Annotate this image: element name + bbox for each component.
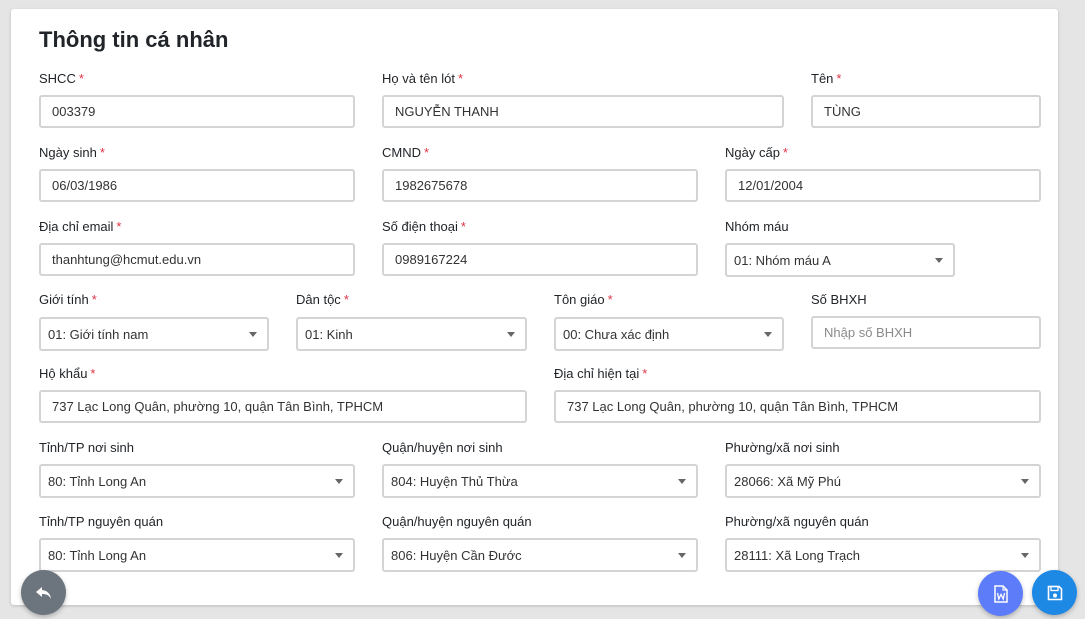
tinh-noi-sinh-value: 80: Tỉnh Long An [48,473,147,489]
floppy-disk-icon [1047,585,1062,600]
ten-label: Tên * [811,71,842,86]
email-input[interactable] [39,243,355,276]
chevron-down-icon [335,478,343,484]
quan-nguyen-quan-label: Quận/huyện nguyên quán [382,514,532,529]
chevron-down-icon [249,331,257,337]
ten-input[interactable] [811,95,1041,128]
tinh-nguyen-quan-select[interactable]: 80: Tỉnh Long An [39,538,355,572]
chevron-down-icon [507,331,515,337]
ngay-cap-input[interactable] [725,169,1041,202]
ho-ten-lot-label: Họ và tên lót * [382,71,464,86]
chevron-down-icon [1021,552,1029,558]
cmnd-label: CMND * [382,145,430,160]
gioi-tinh-select[interactable]: 01: Giới tính nam [39,317,269,351]
chevron-down-icon [678,552,686,558]
export-word-button[interactable] [978,571,1023,616]
email-label: Địa chỉ email * [39,219,122,234]
gioi-tinh-label: Giới tính * [39,292,97,307]
tinh-nguyen-quan-value: 80: Tỉnh Long An [48,547,147,563]
so-bhxh-input[interactable] [811,316,1041,349]
sdt-input[interactable] [382,243,698,276]
ton-giao-select[interactable]: 00: Chưa xác định [554,317,784,351]
ho-khau-label: Hộ khẩu * [39,366,96,381]
dia-chi-hien-tai-label: Địa chỉ hiện tại * [554,366,648,381]
quan-nguyen-quan-value: 806: Huyện Cần Đước [391,547,522,563]
quan-nguyen-quan-select[interactable]: 806: Huyện Cần Đước [382,538,698,572]
shcc-input[interactable] [39,95,355,128]
ho-ten-lot-input[interactable] [382,95,784,128]
gioi-tinh-value: 01: Giới tính nam [48,326,149,342]
chevron-down-icon [335,552,343,558]
ton-giao-value: 00: Chưa xác định [563,326,670,342]
tinh-nguyen-quan-label: Tỉnh/TP nguyên quán [39,514,164,529]
so-bhxh-label: Số BHXH [811,292,867,307]
undo-arrow-icon [35,586,51,599]
nhom-mau-value: 01: Nhóm máu A [734,252,831,268]
back-button[interactable] [21,570,66,615]
ngay-cap-label: Ngày cấp * [725,145,788,160]
cmnd-input[interactable] [382,169,698,202]
chevron-down-icon [764,331,772,337]
chevron-down-icon [935,257,943,263]
chevron-down-icon [678,478,686,484]
phuong-noi-sinh-label: Phường/xã nơi sinh [725,440,840,455]
page-title: Thông tin cá nhân [39,27,229,52]
sdt-label: Số điện thoại * [382,219,466,234]
ngay-sinh-input[interactable] [39,169,355,202]
ngay-sinh-label: Ngày sinh * [39,145,105,160]
phuong-nguyen-quan-label: Phường/xã nguyên quán [725,514,869,529]
dia-chi-hien-tai-input[interactable] [554,390,1041,423]
tinh-noi-sinh-label: Tỉnh/TP nơi sinh [39,440,134,455]
save-button[interactable] [1032,570,1077,615]
word-document-icon [993,584,1008,603]
dan-toc-label: Dân tộc * [296,292,349,307]
phuong-nguyen-quan-select[interactable]: 28111: Xã Long Trạch [725,538,1041,572]
shcc-label: SHCC * [39,71,84,86]
quan-noi-sinh-label: Quận/huyện nơi sinh [382,440,503,455]
dan-toc-select[interactable]: 01: Kinh [296,317,527,351]
quan-noi-sinh-value: 804: Huyện Thủ Thừa [391,473,518,489]
ho-khau-input[interactable] [39,390,527,423]
dan-toc-value: 01: Kinh [305,326,353,342]
phuong-nguyen-quan-value: 28111: Xã Long Trạch [734,547,861,563]
nhom-mau-label: Nhóm máu [725,219,789,234]
tinh-noi-sinh-select[interactable]: 80: Tỉnh Long An [39,464,355,498]
phuong-noi-sinh-select[interactable]: 28066: Xã Mỹ Phú [725,464,1041,498]
phuong-noi-sinh-value: 28066: Xã Mỹ Phú [734,473,841,489]
nhom-mau-select[interactable]: 01: Nhóm máu A [725,243,955,277]
quan-noi-sinh-select[interactable]: 804: Huyện Thủ Thừa [382,464,698,498]
chevron-down-icon [1021,478,1029,484]
ton-giao-label: Tôn giáo * [554,292,613,307]
